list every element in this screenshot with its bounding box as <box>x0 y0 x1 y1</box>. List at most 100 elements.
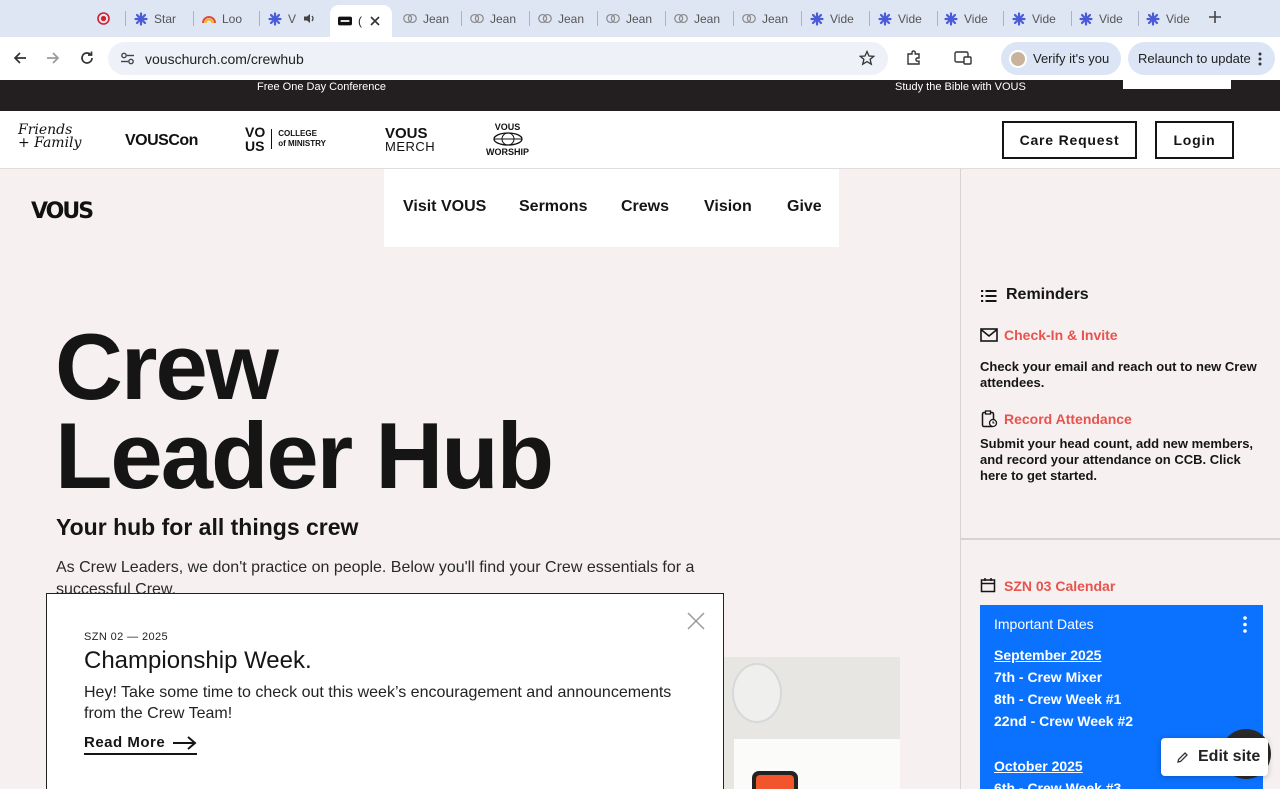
calendar-event[interactable]: 22nd - Crew Week #2 <box>994 713 1133 729</box>
browser-tab-label: Jean <box>626 11 653 26</box>
page-subtitle: Your hub for all things crew <box>56 514 359 540</box>
calendar-event[interactable]: 8th - Crew Week #1 <box>994 691 1121 707</box>
browser-tab-label: Vide <box>1032 11 1056 26</box>
browser-tab-label: Vide <box>1166 11 1190 26</box>
nav-give[interactable]: Give <box>787 198 822 216</box>
browser-tab-active[interactable]: ( <box>330 5 392 37</box>
avatar <box>1009 49 1027 68</box>
media-icon <box>954 51 972 65</box>
nav-vision[interactable]: Vision <box>704 198 752 216</box>
browser-tab[interactable]: Jean <box>462 7 530 30</box>
read-more-link[interactable]: Read More <box>84 734 198 755</box>
url-text[interactable]: vouschurch.com/crewhub <box>145 51 304 67</box>
circles-icon <box>606 12 620 26</box>
globe-icon <box>492 132 523 146</box>
back-button[interactable] <box>10 48 30 68</box>
vous-merch-logo[interactable]: VOUS MERCH <box>385 126 435 153</box>
calendar-icon <box>980 578 996 593</box>
browser-tab[interactable]: Vide <box>1004 7 1072 30</box>
browser-tab[interactable]: Star <box>126 7 194 30</box>
promo-bar: Free One Day Conference Study the Bible … <box>0 80 1280 111</box>
asterisk-icon <box>944 11 958 26</box>
edit-site-button[interactable]: Edit site <box>1161 738 1268 776</box>
popup-body: Hey! Take some time to check out this we… <box>84 684 672 722</box>
site-settings-icon[interactable] <box>120 51 135 66</box>
page-title-line2: Leader Hub <box>55 403 554 508</box>
calendar-event[interactable]: 6th - Crew Week #3 <box>994 780 1121 789</box>
glass-shape <box>732 663 782 723</box>
szn-calendar-link[interactable]: SZN 03 Calendar <box>1004 578 1115 594</box>
calendar-title: Important Dates <box>994 616 1094 632</box>
calendar-month[interactable]: September 2025 <box>994 647 1101 663</box>
announcement-popup: SZN 02 — 2025 Championship Week. Hey! Ta… <box>46 593 724 789</box>
browser-tab[interactable]: Loo <box>194 7 260 30</box>
vouscon-logo[interactable]: VOUSCon <box>125 132 198 150</box>
bookmark-star-icon[interactable] <box>859 50 875 66</box>
browser-tab[interactable]: Jean <box>598 7 666 30</box>
main-nav: Visit VOUS Sermons Crews Vision Give <box>384 169 839 247</box>
nav-visit-vous[interactable]: Visit VOUS <box>403 198 486 216</box>
browser-tab[interactable] <box>88 7 126 30</box>
care-request-button[interactable]: Care Request <box>1002 121 1137 159</box>
vous-logo[interactable]: VOUS <box>31 199 94 224</box>
browser-tab[interactable]: Vide <box>1138 7 1200 30</box>
speaker-icon[interactable] <box>302 12 316 26</box>
browser-tab-label: Jean <box>490 11 517 26</box>
verify-profile-button[interactable]: Verify it's you <box>1001 42 1121 75</box>
asterisk-icon <box>1079 11 1093 26</box>
vous-worship-logo[interactable]: VOUS WORSHIP <box>480 122 535 157</box>
new-tab-button[interactable] <box>1208 8 1222 29</box>
reload-button[interactable] <box>77 48 97 68</box>
asterisk-icon <box>1012 11 1026 26</box>
browser-tab[interactable]: Jean <box>734 7 802 30</box>
cast-media-button[interactable] <box>953 48 973 68</box>
promo-conference-link[interactable]: Free One Day Conference <box>257 81 386 93</box>
browser-tab[interactable]: Vide <box>1071 7 1139 30</box>
kebab-menu-icon[interactable] <box>1258 52 1262 66</box>
close-icon[interactable] <box>687 612 705 630</box>
forward-button[interactable] <box>43 48 63 68</box>
list-icon <box>981 290 997 302</box>
browser-tab[interactable]: Vide <box>870 7 938 30</box>
record-attendance-description[interactable]: Submit your head count, add new members,… <box>980 436 1270 484</box>
asterisk-icon <box>134 11 148 26</box>
circles-icon <box>403 12 417 26</box>
browser-tab-strip: Star Loo V ( Jean Jean Jean Jean Jean Je… <box>0 0 1280 37</box>
back-arrow-icon <box>13 52 26 64</box>
college-of-ministry-logo[interactable]: VO US COLLEGE of MINISTRY <box>245 125 326 153</box>
nav-crews[interactable]: Crews <box>621 198 669 216</box>
browser-tab[interactable]: Vide <box>936 7 1004 30</box>
close-tab-icon[interactable] <box>368 14 382 28</box>
extensions-button[interactable] <box>904 48 924 68</box>
popup-kicker: SZN 02 — 2025 <box>84 631 169 643</box>
asterisk-icon <box>810 11 824 26</box>
browser-tab[interactable]: V <box>260 7 328 30</box>
address-bar[interactable]: vouschurch.com/crewhub <box>108 42 888 75</box>
record-attendance-link[interactable]: Record Attendance <box>1004 411 1132 427</box>
read-more-label: Read More <box>84 734 166 751</box>
calendar-month[interactable]: October 2025 <box>994 758 1083 774</box>
promo-button[interactable] <box>1123 80 1231 89</box>
com-logo-college: COLLEGE <box>278 129 317 138</box>
browser-tab-label: Loo <box>222 11 243 26</box>
circles-icon <box>674 12 688 26</box>
friends-family-logo[interactable]: Friends + Family <box>18 123 81 150</box>
nav-sermons[interactable]: Sermons <box>519 198 587 216</box>
browser-tab-label: Jean <box>423 11 450 26</box>
circles-icon <box>742 12 756 26</box>
promo-bible-link[interactable]: Study the Bible with VOUS <box>895 81 1026 93</box>
asterisk-icon <box>878 11 892 26</box>
browser-tab[interactable]: Vide <box>802 7 870 30</box>
browser-tab[interactable]: Jean <box>395 7 462 30</box>
edit-site-label: Edit site <box>1198 748 1261 765</box>
calendar-menu-icon[interactable] <box>1243 616 1247 633</box>
calendar-event[interactable]: 7th - Crew Mixer <box>994 669 1102 685</box>
relaunch-button[interactable]: Relaunch to update <box>1128 42 1275 75</box>
check-in-invite-link[interactable]: Check-In & Invite <box>1004 327 1118 343</box>
browser-tab-label: Jean <box>558 11 585 26</box>
browser-tab[interactable]: Jean <box>530 7 598 30</box>
page-title: Crew Leader Hub <box>55 320 554 508</box>
browser-tab[interactable]: Jean <box>666 7 734 30</box>
login-button[interactable]: Login <box>1155 121 1234 159</box>
browser-tab-label: V <box>288 11 297 26</box>
